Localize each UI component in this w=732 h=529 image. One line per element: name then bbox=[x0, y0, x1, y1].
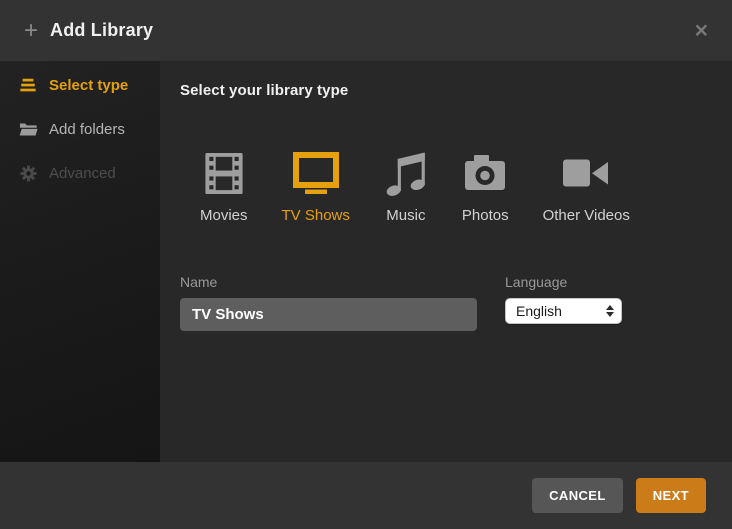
film-icon bbox=[201, 149, 247, 197]
dialog-title: Add Library bbox=[50, 20, 154, 40]
dialog-footer: CANCEL NEXT bbox=[0, 462, 732, 529]
library-type-photos[interactable]: Photos bbox=[462, 149, 509, 224]
sidebar-item-label: Select type bbox=[49, 76, 129, 94]
plus-icon: + bbox=[24, 16, 39, 44]
select-stepper-icon bbox=[606, 305, 614, 317]
camera-icon bbox=[463, 149, 507, 197]
library-type-other-videos[interactable]: Other Videos bbox=[543, 149, 630, 224]
language-select[interactable]: English bbox=[505, 298, 622, 324]
library-type-label: Other Videos bbox=[542, 207, 630, 224]
sidebar-item-advanced: Advanced bbox=[0, 151, 160, 195]
dialog-content: Select your library type Movies TV Shows… bbox=[160, 61, 732, 462]
language-select-value: English bbox=[516, 303, 562, 319]
library-type-tv-shows[interactable]: TV Shows bbox=[282, 149, 350, 224]
cancel-button[interactable]: CANCEL bbox=[532, 478, 623, 513]
library-type-label: Movies bbox=[200, 207, 248, 224]
name-field-label: Name bbox=[180, 274, 218, 290]
library-type-label: Photos bbox=[461, 207, 509, 224]
language-field-label: Language bbox=[505, 274, 568, 290]
tv-icon bbox=[292, 149, 340, 197]
sidebar-item-label: Advanced bbox=[49, 164, 116, 182]
gear-icon bbox=[18, 165, 38, 182]
next-button[interactable]: NEXT bbox=[635, 478, 706, 513]
library-type-music[interactable]: Music bbox=[384, 149, 428, 224]
dialog-header: + Add Library × bbox=[0, 0, 732, 61]
content-heading: Select your library type bbox=[180, 82, 349, 99]
video-camera-icon bbox=[562, 149, 610, 197]
library-type-picker: Movies TV Shows Music Photos Other Video… bbox=[200, 149, 712, 224]
library-fields: Name Language English bbox=[180, 274, 712, 331]
music-note-icon bbox=[384, 149, 428, 197]
folder-icon bbox=[18, 122, 38, 137]
library-type-label: TV Shows bbox=[281, 207, 350, 224]
dialog-sidebar: Select type Add folders Advanced bbox=[0, 61, 160, 462]
close-icon[interactable]: × bbox=[695, 19, 708, 42]
sidebar-item-label: Add folders bbox=[49, 120, 125, 138]
add-library-dialog: + Add Library × Select type Add folders … bbox=[0, 0, 732, 529]
list-lines-icon bbox=[18, 77, 38, 94]
sidebar-item-add-folders[interactable]: Add folders bbox=[0, 107, 160, 151]
library-type-movies[interactable]: Movies bbox=[200, 149, 248, 224]
name-input[interactable] bbox=[180, 298, 477, 331]
sidebar-item-select-type[interactable]: Select type bbox=[0, 63, 160, 107]
library-type-label: Music bbox=[386, 207, 426, 224]
